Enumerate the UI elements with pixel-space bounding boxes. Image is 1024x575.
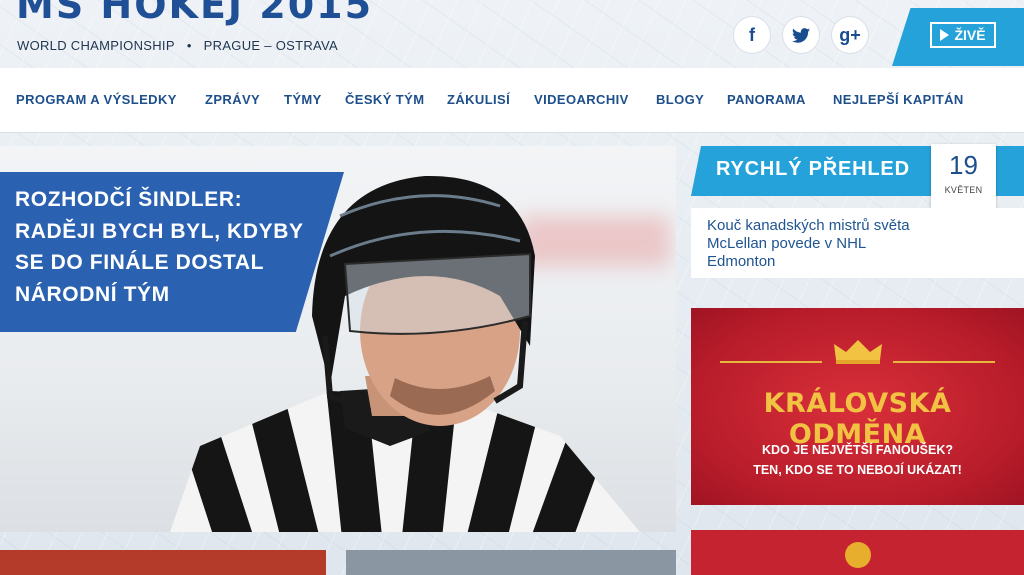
date-card: 19 KVĚTEN — [931, 144, 996, 212]
nav-item-nejlepsi-kapitan[interactable]: NEJLEPŠÍ KAPITÁN — [833, 92, 964, 107]
ad-line-2: TEN, KDO SE TO NEBOJÍ UKÁZAT! — [753, 463, 962, 477]
facebook-icon[interactable]: f — [734, 17, 770, 53]
nav-item-videoarchiv[interactable]: VIDEOARCHIV — [534, 92, 629, 107]
ad-divider-left — [720, 361, 822, 363]
crown-icon — [834, 340, 882, 364]
google-plus-icon[interactable]: g+ — [832, 17, 868, 53]
site-header: MS HOKEJ 2015 WORLD CHAMPIONSHIP • PRAGUE … — [0, 0, 1024, 68]
main-nav: PROGRAM A VÝSLEDKY ZPRÁVY TÝMY ČESKÝ TÝM… — [0, 68, 1024, 133]
twitter-bird-icon — [792, 27, 810, 43]
logo-sub-dot: • — [186, 38, 192, 53]
decorative-orb — [845, 542, 871, 568]
live-button[interactable]: ŽIVĚ — [930, 22, 996, 48]
date-day: 19 — [949, 150, 978, 180]
nav-item-zpravy[interactable]: ZPRÁVY — [205, 92, 260, 107]
ad-divider-right — [893, 361, 995, 363]
article-tile-2[interactable] — [346, 550, 676, 575]
logo-title[interactable]: MS HOKEJ 2015 — [16, 0, 373, 24]
nav-item-blogy[interactable]: BLOGY — [656, 92, 704, 107]
nav-item-program[interactable]: PROGRAM A VÝSLEDKY — [16, 92, 177, 107]
play-icon — [940, 29, 950, 41]
live-banner: ŽIVĚ — [892, 8, 1024, 66]
nav-item-tymy[interactable]: TÝMY — [284, 92, 322, 107]
quick-news-link[interactable]: Kouč kanadských mistrů světa McLellan po… — [707, 217, 927, 271]
logo-subtitle: WORLD CHAMPIONSHIP • PRAGUE – OSTRAVA — [17, 38, 338, 53]
logo-sub-left: WORLD CHAMPIONSHIP — [17, 38, 175, 53]
article-tile-1[interactable] — [0, 550, 326, 575]
quick-overview-title: RYCHLÝ PŘEHLED — [716, 158, 910, 180]
ad-subtitle: KDO JE NEJVĚTŠÍ FANOUŠEK? TEN, KDO SE TO… — [691, 440, 1024, 480]
nav-item-cesky-tym[interactable]: ČESKÝ TÝM — [345, 92, 424, 107]
hero-headline[interactable]: ROZHODČÍ ŠINDLER: RADĚJI BYCH BYL, KDYBY… — [15, 184, 325, 310]
hero-article[interactable]: ROZHODČÍ ŠINDLER: RADĚJI BYCH BYL, KDYBY… — [0, 146, 676, 532]
nav-item-zakulisi[interactable]: ZÁKULISÍ — [447, 92, 510, 107]
logo-sub-right: PRAGUE – OSTRAVA — [203, 38, 339, 53]
ad-line-1: KDO JE NEJVĚTŠÍ FANOUŠEK? — [761, 443, 953, 457]
live-label: ŽIVĚ — [954, 27, 986, 43]
twitter-icon[interactable] — [783, 17, 819, 53]
date-month: KVĚTEN — [944, 185, 983, 195]
nav-item-panorama[interactable]: PANORAMA — [727, 92, 806, 107]
